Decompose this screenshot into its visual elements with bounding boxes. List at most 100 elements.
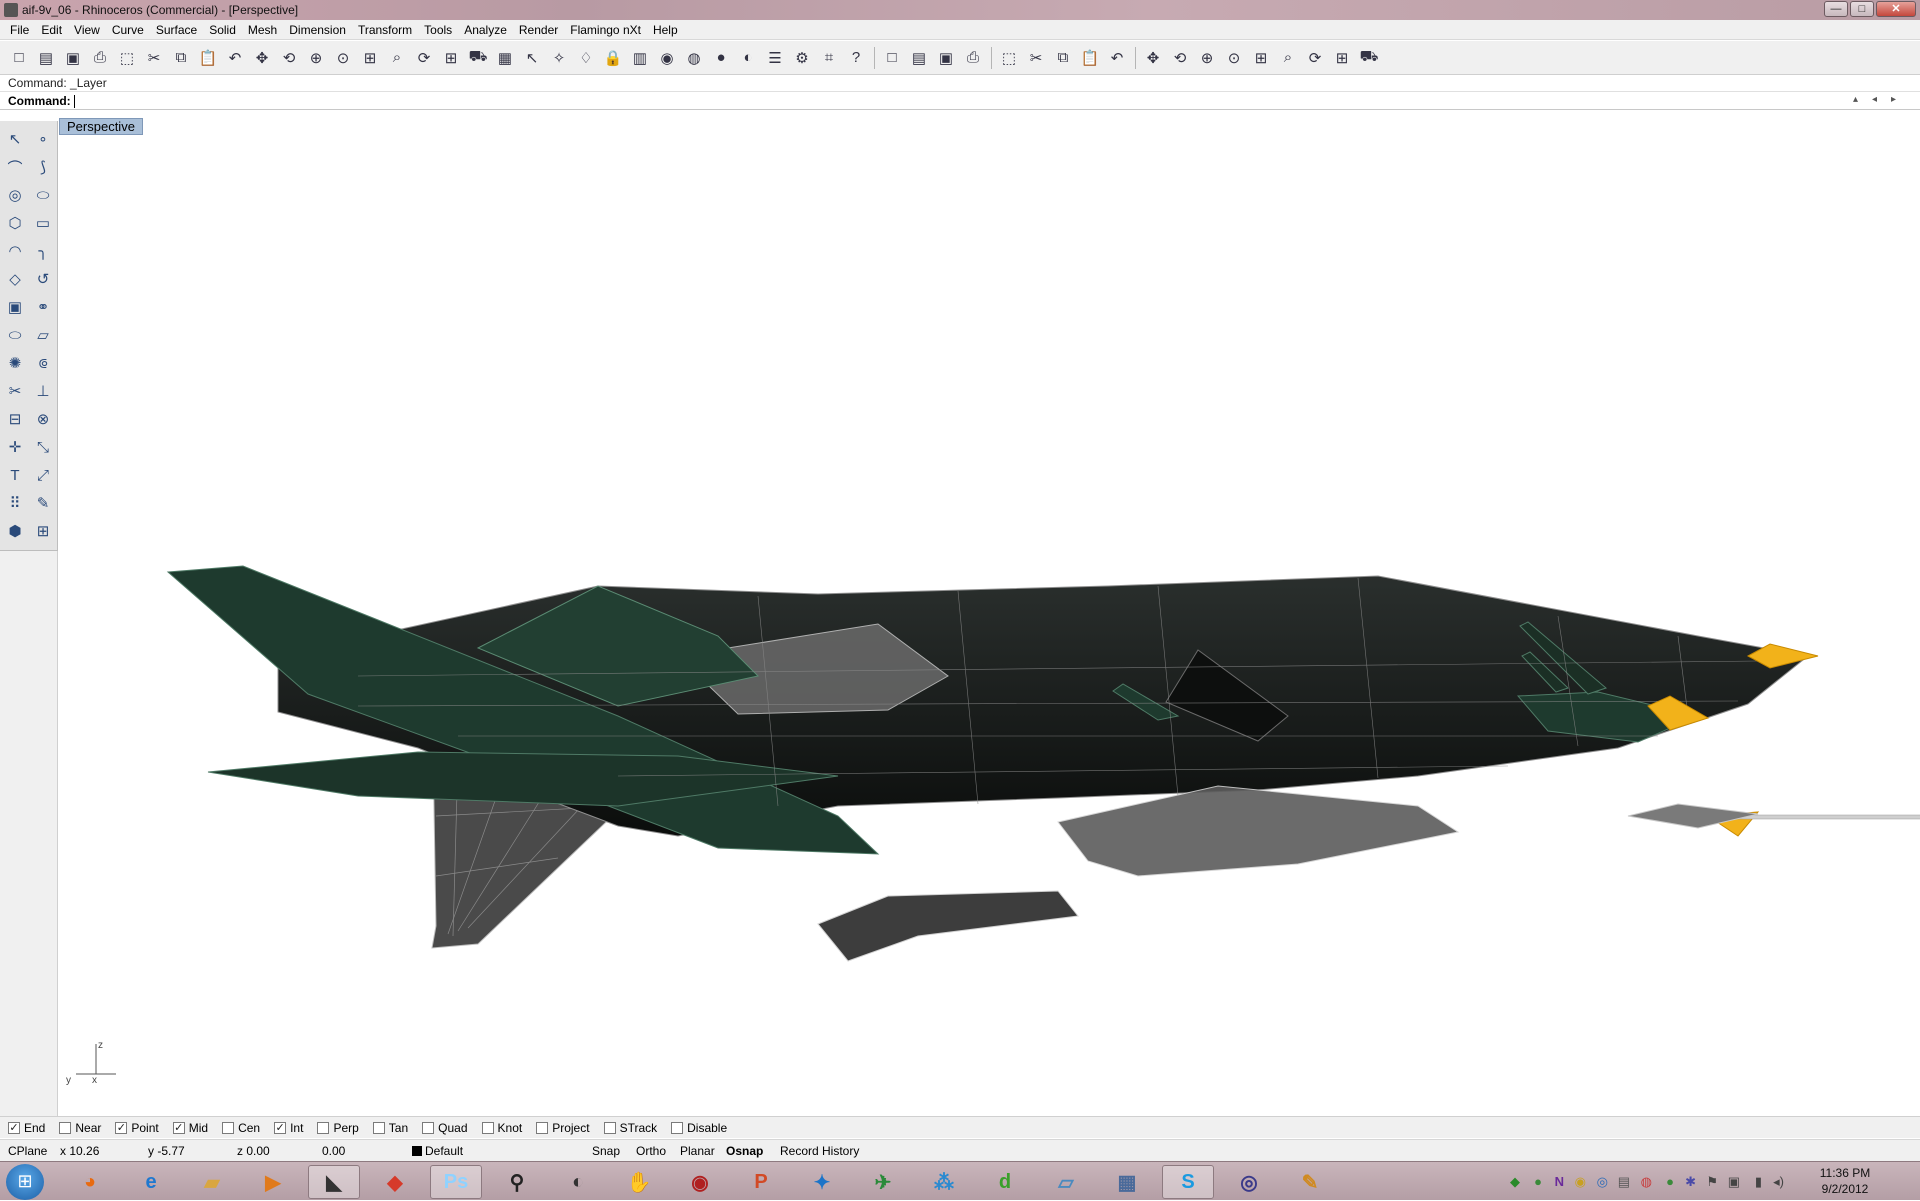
box-icon[interactable]: ▤ bbox=[906, 45, 932, 71]
menu-view[interactable]: View bbox=[68, 23, 106, 37]
boolean-icon[interactable]: ⚭ bbox=[29, 293, 57, 321]
tray-flag-icon[interactable]: ⚑ bbox=[1706, 1174, 1718, 1190]
mesh-icon[interactable]: ⊕ bbox=[1194, 45, 1220, 71]
osnap-checkbox[interactable]: ✓ bbox=[115, 1121, 128, 1134]
pan-icon[interactable]: ✥ bbox=[249, 45, 275, 71]
snap-toggle[interactable]: Snap bbox=[592, 1144, 620, 1158]
taper-icon[interactable]: ⟳ bbox=[1302, 45, 1328, 71]
grid-dots-icon[interactable]: ⬚ bbox=[996, 45, 1022, 71]
clock-date[interactable]: 9/2/2012 bbox=[1810, 1182, 1880, 1196]
minimize-button[interactable]: — bbox=[1824, 1, 1848, 17]
command-input[interactable] bbox=[74, 95, 75, 108]
menu-file[interactable]: File bbox=[4, 23, 35, 37]
menu-surface[interactable]: Surface bbox=[150, 23, 203, 37]
dimension-icon[interactable]: ⤢ bbox=[29, 461, 57, 489]
flow-icon[interactable]: ⟲ bbox=[1167, 45, 1193, 71]
taskbar-dreamweaver-icon[interactable]: d bbox=[979, 1165, 1031, 1199]
taskbar-firefox-icon[interactable]: ◕ bbox=[64, 1165, 116, 1199]
options-icon[interactable]: ☰ bbox=[762, 45, 788, 71]
taskbar-powerpoint-icon[interactable]: P bbox=[735, 1165, 787, 1199]
osnap-checkbox[interactable] bbox=[671, 1121, 684, 1134]
print-icon[interactable]: ⎙ bbox=[87, 45, 113, 71]
osnap-mid[interactable]: ✓ Mid bbox=[172, 1121, 208, 1135]
array-icon[interactable]: ⠿ bbox=[1, 489, 29, 517]
copy-icon[interactable]: ⧉ bbox=[168, 45, 194, 71]
color-wheel-icon[interactable]: ◉ bbox=[654, 45, 680, 71]
osnap-near[interactable]: Near bbox=[59, 1121, 101, 1135]
taskbar-zbrush-icon[interactable]: ⚲ bbox=[491, 1165, 543, 1199]
menu-flamingo-nxt[interactable]: Flamingo nXt bbox=[564, 23, 647, 37]
tray-volume-icon[interactable]: ◂) bbox=[1773, 1174, 1784, 1190]
taskbar-rhinoceros-icon[interactable]: ◣ bbox=[308, 1165, 360, 1199]
layer-indicator[interactable]: Default bbox=[412, 1144, 463, 1158]
trim-icon[interactable]: ✂ bbox=[1, 377, 29, 405]
zoom-window-icon[interactable]: ⊙ bbox=[330, 45, 356, 71]
block-icon[interactable]: ⬢ bbox=[1, 517, 29, 545]
taskbar-media-player-icon[interactable]: ▶ bbox=[247, 1165, 299, 1199]
vertical-dots-icon[interactable]: ▣ bbox=[933, 45, 959, 71]
close-button[interactable]: ✕ bbox=[1876, 1, 1916, 17]
gear-icon[interactable]: ⚙ bbox=[789, 45, 815, 71]
rotate-view-icon[interactable]: ⟲ bbox=[276, 45, 302, 71]
menu-solid[interactable]: Solid bbox=[203, 23, 242, 37]
help-icon[interactable]: ? bbox=[843, 45, 869, 71]
four-viewports-icon[interactable]: ⊞ bbox=[438, 45, 464, 71]
osnap-checkbox[interactable]: ✓ bbox=[172, 1121, 185, 1134]
osnap-checkbox[interactable] bbox=[222, 1121, 235, 1134]
layer-icon[interactable]: ▥ bbox=[627, 45, 653, 71]
undo-icon[interactable]: ↶ bbox=[222, 45, 248, 71]
grid-icon[interactable]: 📋 bbox=[1077, 45, 1103, 71]
osnap-strack[interactable]: STrack bbox=[603, 1121, 657, 1135]
menu-render[interactable]: Render bbox=[513, 23, 564, 37]
polygon-icon[interactable]: ⬡ bbox=[1, 209, 29, 237]
tray-shield-icon[interactable]: ◆ bbox=[1510, 1174, 1520, 1190]
sphere-shaded-icon[interactable]: ● bbox=[708, 45, 734, 71]
tray-status-icon[interactable]: ● bbox=[1666, 1174, 1674, 1189]
explode-icon[interactable]: ✺ bbox=[1, 349, 29, 377]
taskbar-file-explorer-icon[interactable]: ▰ bbox=[186, 1165, 238, 1199]
menu-transform[interactable]: Transform bbox=[352, 23, 418, 37]
osnap-checkbox[interactable] bbox=[536, 1121, 549, 1134]
cage-icon[interactable]: ⊙ bbox=[1221, 45, 1247, 71]
scale-icon[interactable]: ⤡ bbox=[29, 433, 57, 461]
taskbar-hand-app-icon[interactable]: ✋ bbox=[613, 1165, 665, 1199]
record-history-toggle[interactable]: Record History bbox=[780, 1144, 859, 1158]
taskbar-photoshop-icon[interactable]: Ps bbox=[430, 1165, 482, 1199]
new-file-icon[interactable]: □ bbox=[6, 45, 32, 71]
start-button[interactable]: ⊞ bbox=[6, 1164, 44, 1200]
rectangle-icon[interactable]: ▭ bbox=[29, 209, 57, 237]
menu-tools[interactable]: Tools bbox=[418, 23, 458, 37]
circle-icon[interactable]: ◎ bbox=[1, 181, 29, 209]
move-icon[interactable]: ✛ bbox=[1, 433, 29, 461]
tray-onenote-icon[interactable]: N bbox=[1555, 1174, 1564, 1189]
lock-icon[interactable]: 🔒 bbox=[600, 45, 626, 71]
osnap-checkbox[interactable] bbox=[603, 1121, 616, 1134]
sphere-wireframe-icon[interactable]: ◍ bbox=[681, 45, 707, 71]
surface-icon[interactable]: ◇ bbox=[1, 265, 29, 293]
osnap-checkbox[interactable]: ✓ bbox=[8, 1121, 20, 1134]
analyze-icon[interactable]: ✎ bbox=[29, 489, 57, 517]
paste-icon[interactable]: 📋 bbox=[195, 45, 221, 71]
zoom-icon[interactable]: ⊕ bbox=[303, 45, 329, 71]
tray-network-app-icon[interactable]: ● bbox=[1534, 1174, 1542, 1189]
clock-time[interactable]: 11:36 PM bbox=[1810, 1166, 1880, 1180]
revolve-icon[interactable]: ↺ bbox=[29, 265, 57, 293]
plane-icon[interactable]: ▱ bbox=[29, 321, 57, 349]
osnap-checkbox[interactable] bbox=[422, 1121, 435, 1134]
point-icon[interactable]: ∘ bbox=[29, 125, 57, 153]
render-icon[interactable]: ◐ bbox=[735, 45, 761, 71]
open-file-icon[interactable]: ▤ bbox=[33, 45, 59, 71]
deform-icon[interactable]: ✥ bbox=[1140, 45, 1166, 71]
group-icon[interactable]: ⊟ bbox=[1, 405, 29, 433]
taskbar-video-app-icon[interactable]: ◎ bbox=[1223, 1165, 1275, 1199]
split-icon[interactable]: ⊥ bbox=[29, 377, 57, 405]
join-icon[interactable]: ⊗ bbox=[29, 405, 57, 433]
polyline-icon[interactable]: ⌒ bbox=[1, 153, 29, 181]
osnap-quad[interactable]: Quad bbox=[422, 1121, 468, 1135]
command-scroll-arrows-icon[interactable]: ▴◂▸ bbox=[1853, 94, 1910, 105]
window-icon[interactable]: ⎙ bbox=[960, 45, 986, 71]
osnap-toggle[interactable]: Osnap bbox=[726, 1144, 763, 1158]
tray-wifi-icon[interactable]: ▮ bbox=[1755, 1174, 1762, 1190]
osnap-checkbox[interactable] bbox=[481, 1121, 494, 1134]
taskbar-paint-app-icon[interactable]: ✎ bbox=[1284, 1165, 1336, 1199]
